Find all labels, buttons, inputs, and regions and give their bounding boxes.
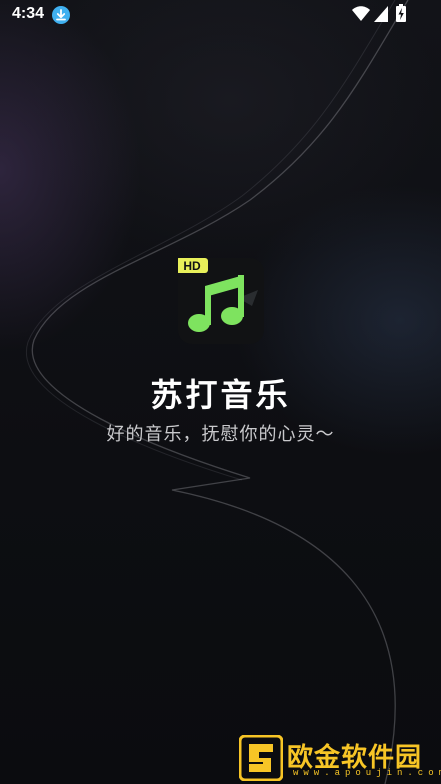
download-icon [52, 6, 70, 24]
status-time: 4:34 [12, 5, 45, 22]
app-name: 苏打音乐 [150, 376, 291, 414]
watermark-logo-icon [239, 735, 283, 781]
battery-charging-icon [396, 4, 406, 22]
watermark-url: www.apoujin.com [293, 768, 441, 778]
app-slogan: 好的音乐，抚慰你的心灵～ [106, 424, 335, 445]
watermark: 欧金软件园 www.apoujin.com [239, 735, 441, 781]
cell-signal-icon [374, 6, 388, 22]
status-bar: 4:34 [0, 0, 441, 30]
wifi-icon [352, 6, 370, 21]
app-logo-icon: HD [178, 258, 264, 344]
app-logo-badge: HD [183, 259, 201, 273]
